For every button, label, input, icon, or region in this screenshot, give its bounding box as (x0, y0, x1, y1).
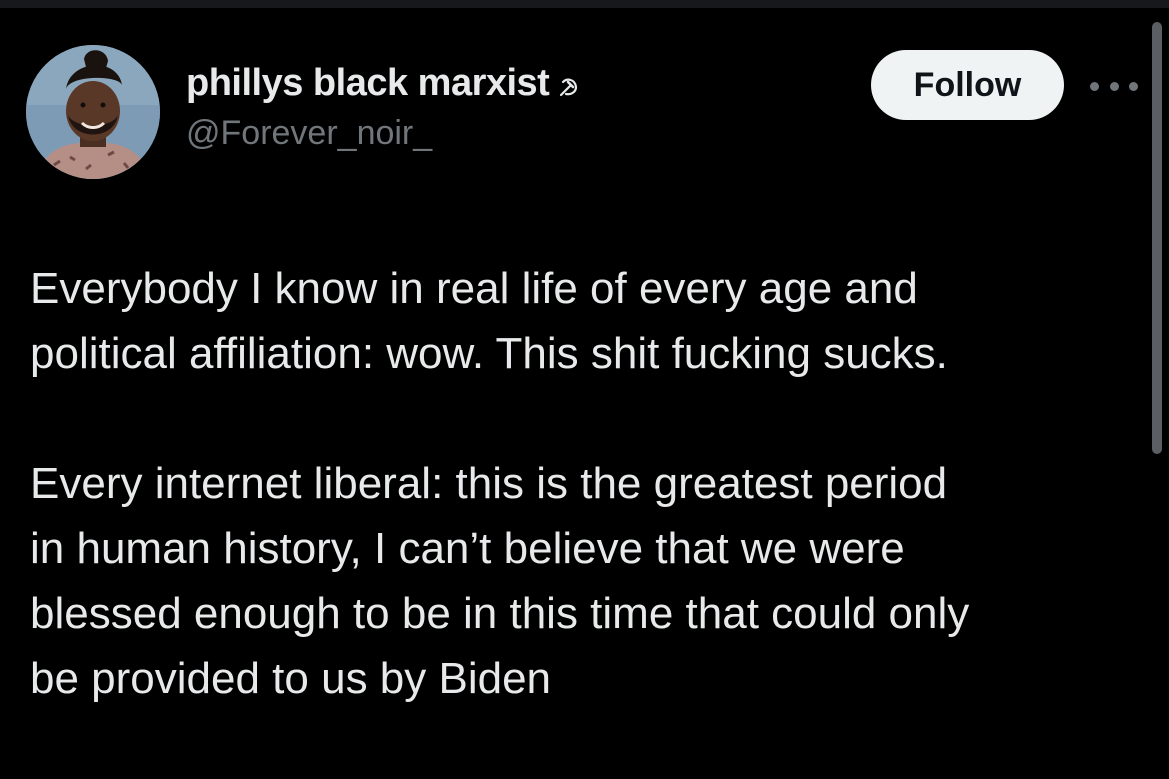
dot (1109, 81, 1119, 91)
display-name[interactable]: phillys black marxist (186, 62, 550, 105)
tweet-paragraph: Everybody I know in real life of every a… (30, 264, 948, 378)
tweet-paragraph: Every internet liberal: this is the grea… (30, 459, 970, 703)
follow-button[interactable]: Follow (871, 50, 1064, 120)
scrollbar[interactable] (1152, 22, 1162, 454)
hammer-and-sickle-icon (560, 78, 578, 96)
tweet-text: Everybody I know in real life of every a… (30, 256, 1140, 711)
top-border (0, 0, 1169, 8)
author-handle[interactable]: @Forever_noir_ (186, 114, 432, 153)
dot (1090, 81, 1099, 91)
dot (1129, 81, 1138, 91)
more-options-icon[interactable] (1090, 78, 1138, 94)
avatar[interactable] (26, 45, 160, 179)
author-name-row: phillys black marxist (186, 62, 581, 105)
